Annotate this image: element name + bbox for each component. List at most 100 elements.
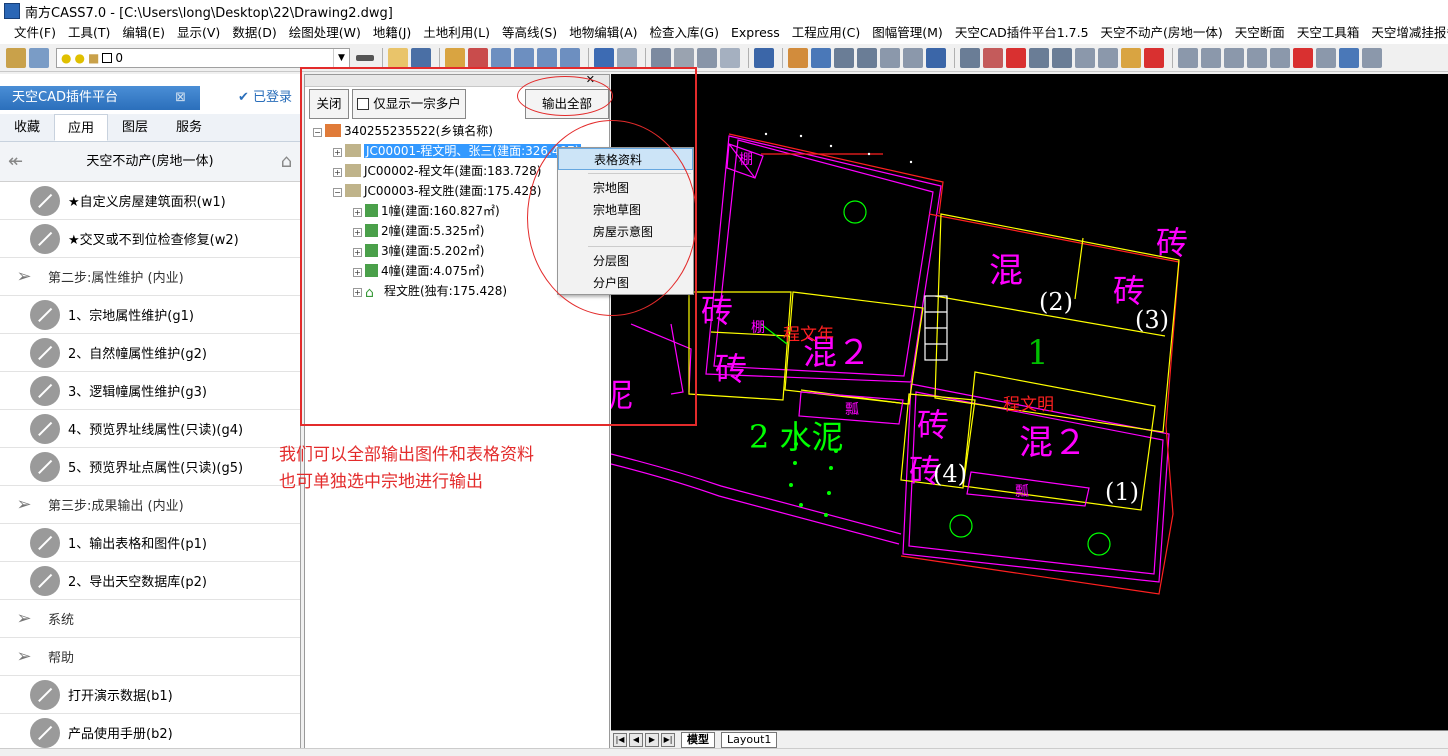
ruler-icon[interactable] <box>1121 47 1141 68</box>
circle-point-icon[interactable] <box>1316 47 1336 68</box>
tab-services[interactable]: 服务 <box>162 114 216 141</box>
menu-check[interactable]: 检查入库(G) <box>644 22 725 44</box>
tab-layers[interactable]: 图层 <box>108 114 162 141</box>
login-status[interactable]: ✔ 已登录 <box>238 86 292 110</box>
menu-draw[interactable]: 绘图处理(W) <box>283 22 367 44</box>
menu-sheet[interactable]: 图幅管理(M) <box>866 22 949 44</box>
toolbar-separator <box>748 47 749 68</box>
menu-realestate[interactable]: 天空不动产(房地一体) <box>1095 22 1229 44</box>
node-icon[interactable] <box>1052 47 1072 68</box>
step-icon[interactable] <box>1247 47 1267 68</box>
copy-icon[interactable] <box>834 47 854 68</box>
linetype-icon[interactable] <box>356 54 374 61</box>
query-icon[interactable] <box>926 47 946 68</box>
zoom-window-icon[interactable] <box>537 47 557 68</box>
list-item[interactable]: 打开演示数据(b1) <box>0 676 300 714</box>
edit-attr-icon[interactable] <box>983 47 1003 68</box>
list-item[interactable]: 5、预览界址点属性(只读)(g5) <box>0 448 300 486</box>
corner-icon[interactable] <box>1178 47 1198 68</box>
tag-icon[interactable] <box>960 47 980 68</box>
layer-state-icon[interactable] <box>29 47 49 68</box>
layer-select[interactable]: ● ● ■ 0 ▼ <box>56 47 350 68</box>
menu-section[interactable]: 天空断面 <box>1229 22 1291 44</box>
prev-tab-icon[interactable]: ◀ <box>629 732 643 747</box>
layer-manager-icon[interactable] <box>6 47 26 68</box>
list-item[interactable]: 2、自然幢属性维护(g2) <box>0 334 300 372</box>
cad-label: 1 <box>1027 333 1049 373</box>
draw-tool-icon[interactable] <box>788 47 808 68</box>
menu-contour[interactable]: 等高线(S) <box>496 22 563 44</box>
tab-apps[interactable]: 应用 <box>54 114 108 141</box>
pencil-icon[interactable] <box>445 47 465 68</box>
zoom-extent-icon[interactable] <box>560 47 580 68</box>
menu-tools[interactable]: 工具(T) <box>62 22 116 44</box>
polyline-icon[interactable] <box>903 47 923 68</box>
list-item[interactable]: 1、输出表格和图件(p1) <box>0 524 300 562</box>
back-arrow-icon[interactable]: ↞ <box>8 142 23 182</box>
menu-data[interactable]: 数据(D) <box>226 22 282 44</box>
undo-icon[interactable] <box>594 47 614 68</box>
list-item[interactable]: 3、逻辑幢属性维护(g3) <box>0 372 300 410</box>
distance-icon[interactable] <box>674 47 694 68</box>
tab-favorites[interactable]: 收藏 <box>0 114 54 141</box>
cad-drawing-canvas[interactable]: 棚 混 (2) 砖 砖 (3) 1 混２ 程文年 砖 2 水泥 瓢 砖 程文明 … <box>611 74 1448 730</box>
zoom-out-icon[interactable] <box>514 47 534 68</box>
plugin-panel-tab[interactable]: 天空CAD插件平台 ⊠ <box>0 86 200 110</box>
menu-feature-edit[interactable]: 地物编辑(A) <box>563 22 643 44</box>
list-item[interactable]: 产品使用手册(b2) <box>0 714 300 752</box>
curve-icon[interactable] <box>1362 47 1382 68</box>
color-swatch-icon <box>102 52 113 63</box>
help-icon[interactable] <box>754 47 774 68</box>
last-tab-icon[interactable]: ▶| <box>661 732 675 747</box>
home-icon[interactable]: ⌂ <box>281 142 292 182</box>
list-section-header[interactable]: ➢ 第三步:成果输出 (内业) <box>0 486 300 524</box>
measure-icon[interactable] <box>651 47 671 68</box>
redo-icon[interactable] <box>617 47 637 68</box>
offset-icon[interactable] <box>697 47 717 68</box>
move-icon[interactable] <box>811 47 831 68</box>
elevation-icon[interactable] <box>1098 47 1118 68</box>
grid-icon[interactable] <box>1029 47 1049 68</box>
list-item[interactable]: ★自定义房屋建筑面积(w1) <box>0 182 300 220</box>
list-item[interactable]: 2、导出天空数据库(p2) <box>0 562 300 600</box>
menu-file[interactable]: 文件(F) <box>8 22 62 44</box>
fence-icon[interactable] <box>1075 47 1095 68</box>
menu-express[interactable]: Express <box>725 22 786 44</box>
menu-cadastre[interactable]: 地籍(J) <box>367 22 417 44</box>
menu-edit[interactable]: 编辑(E) <box>116 22 171 44</box>
list-section-header[interactable]: ➢ 第二步:属性维护 (内业) <box>0 258 300 296</box>
list-item[interactable]: 1、宗地属性维护(g1) <box>0 296 300 334</box>
note-icon[interactable] <box>1144 47 1164 68</box>
list-item[interactable]: 4、预览界址线属性(只读)(g4) <box>0 410 300 448</box>
rectangle-icon[interactable] <box>1201 47 1221 68</box>
app-icon <box>4 3 20 19</box>
list-section-header[interactable]: ➢ 系统 <box>0 600 300 638</box>
menu-toolbox[interactable]: 天空工具箱 <box>1291 22 1366 44</box>
stair-icon[interactable] <box>1270 47 1290 68</box>
save-icon[interactable] <box>411 47 431 68</box>
line-icon[interactable] <box>880 47 900 68</box>
first-tab-icon[interactable]: |◀ <box>613 732 627 747</box>
duplicate-icon[interactable] <box>1006 47 1026 68</box>
menu-plugin[interactable]: 天空CAD插件平台1.7.5 <box>949 22 1095 44</box>
menu-report[interactable]: 天空增减挂报备 <box>1365 22 1448 44</box>
menu-view[interactable]: 显示(V) <box>171 22 226 44</box>
tab-model[interactable]: 模型 <box>681 731 715 748</box>
trim-icon[interactable] <box>720 47 740 68</box>
list-section-header[interactable]: ➢ 帮助 <box>0 638 300 676</box>
tab-layout1[interactable]: Layout1 <box>721 731 778 748</box>
plugin-panel-title: 天空CAD插件平台 <box>12 90 118 105</box>
slope-icon[interactable] <box>1339 47 1359 68</box>
point-icon[interactable] <box>1293 47 1313 68</box>
close-icon[interactable]: ⊠ <box>175 86 186 110</box>
zoom-in-icon[interactable] <box>491 47 511 68</box>
rotate-icon[interactable] <box>857 47 877 68</box>
menu-landuse[interactable]: 土地利用(L) <box>417 22 496 44</box>
menu-engineering[interactable]: 工程应用(C) <box>786 22 866 44</box>
erase-icon[interactable] <box>468 47 488 68</box>
open-file-icon[interactable] <box>388 47 408 68</box>
chevron-down-icon[interactable]: ▼ <box>333 48 349 67</box>
double-line-icon[interactable] <box>1224 47 1244 68</box>
next-tab-icon[interactable]: ▶ <box>645 732 659 747</box>
list-item[interactable]: ★交叉或不到位检查修复(w2) <box>0 220 300 258</box>
